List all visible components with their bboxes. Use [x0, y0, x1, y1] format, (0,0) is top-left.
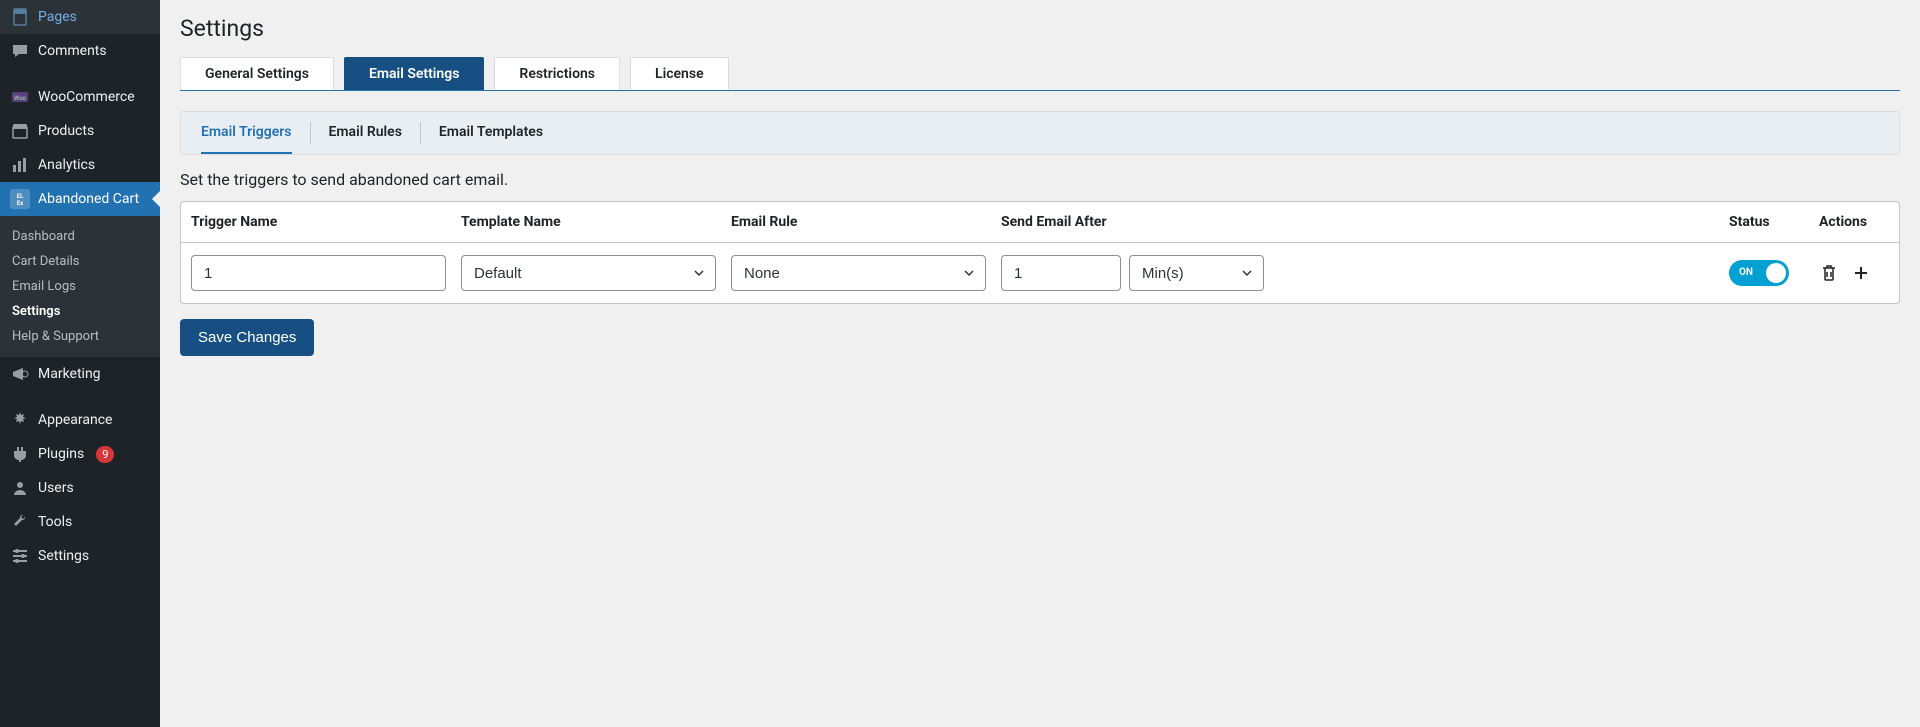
save-changes-button[interactable]: Save Changes — [180, 319, 314, 356]
appearance-icon — [10, 410, 30, 430]
subtab-email-templates[interactable]: Email Templates — [439, 112, 543, 154]
col-template-name: Template Name — [461, 214, 731, 230]
sidebar-label: Pages — [38, 9, 77, 25]
submenu-item-help-support[interactable]: Help & Support — [0, 324, 160, 349]
sidebar-label: Settings — [38, 548, 89, 564]
section-description: Set the triggers to send abandoned cart … — [180, 170, 1900, 189]
subtab-email-triggers[interactable]: Email Triggers — [201, 112, 292, 154]
sidebar-label: WooCommerce — [38, 89, 135, 105]
tab-restrictions[interactable]: Restrictions — [494, 57, 620, 90]
sidebar-item-analytics[interactable]: Analytics — [0, 148, 160, 182]
add-icon[interactable] — [1851, 263, 1871, 283]
svg-text:Ex: Ex — [17, 200, 24, 207]
analytics-icon — [10, 155, 30, 175]
trigger-name-input[interactable] — [191, 255, 446, 291]
main-content: Settings General Settings Email Settings… — [160, 0, 1920, 727]
col-actions: Actions — [1819, 214, 1889, 230]
page-title: Settings — [180, 15, 1900, 42]
users-icon — [10, 478, 30, 498]
sidebar-label: Analytics — [38, 157, 95, 173]
products-icon — [10, 121, 30, 141]
tools-icon — [10, 512, 30, 532]
sidebar-label: Marketing — [38, 366, 101, 382]
delete-icon[interactable] — [1819, 263, 1839, 283]
toggle-knob — [1766, 263, 1786, 283]
sidebar-label: Appearance — [38, 412, 112, 428]
sidebar-submenu: Dashboard Cart Details Email Logs Settin… — [0, 216, 160, 357]
settings-icon — [10, 546, 30, 566]
woo-icon: Woo — [10, 87, 30, 107]
sidebar-item-settings[interactable]: Settings — [0, 539, 160, 573]
sidebar-item-marketing[interactable]: Marketing — [0, 357, 160, 391]
sidebar-item-abandoned-cart[interactable]: ELEx Abandoned Cart — [0, 182, 160, 216]
svg-text:Woo: Woo — [14, 95, 27, 102]
marketing-icon — [10, 364, 30, 384]
subtab-email-rules[interactable]: Email Rules — [329, 112, 402, 154]
main-tabs: General Settings Email Settings Restrict… — [180, 57, 1900, 91]
plugins-badge: 9 — [96, 446, 114, 463]
sidebar-item-appearance[interactable]: Appearance — [0, 403, 160, 437]
admin-sidebar: Pages Comments Woo WooCommerce Products … — [0, 0, 160, 727]
sidebar-label: Comments — [38, 43, 107, 59]
plugins-icon — [10, 444, 30, 464]
sidebar-item-pages[interactable]: Pages — [0, 0, 160, 34]
elex-icon: ELEx — [10, 189, 30, 209]
svg-text:EL: EL — [17, 193, 24, 200]
col-email-rule: Email Rule — [731, 214, 1001, 230]
sub-tabs: Email Triggers Email Rules Email Templat… — [180, 111, 1900, 155]
sidebar-item-woocommerce[interactable]: Woo WooCommerce — [0, 80, 160, 114]
toggle-label: ON — [1739, 267, 1753, 278]
submenu-item-cart-details[interactable]: Cart Details — [0, 249, 160, 274]
send-after-value-input[interactable] — [1001, 255, 1121, 291]
email-rule-select[interactable]: None — [731, 255, 986, 291]
col-send-after: Send Email After — [1001, 214, 1291, 230]
sidebar-label: Users — [38, 480, 74, 496]
submenu-item-email-logs[interactable]: Email Logs — [0, 274, 160, 299]
sidebar-label: Abandoned Cart — [38, 191, 139, 207]
sidebar-item-products[interactable]: Products — [0, 114, 160, 148]
template-name-select[interactable]: Default — [461, 255, 716, 291]
status-toggle[interactable]: ON — [1729, 260, 1789, 286]
sidebar-label: Tools — [38, 514, 72, 530]
col-trigger-name: Trigger Name — [191, 214, 461, 230]
sidebar-item-users[interactable]: Users — [0, 471, 160, 505]
divider — [420, 122, 421, 144]
table-header: Trigger Name Template Name Email Rule Se… — [181, 202, 1899, 243]
sidebar-item-comments[interactable]: Comments — [0, 34, 160, 68]
table-row: Default None Min(s) — [181, 243, 1899, 303]
comments-icon — [10, 41, 30, 61]
trigger-table: Trigger Name Template Name Email Rule Se… — [180, 201, 1900, 304]
sidebar-label: Plugins — [38, 446, 84, 462]
tab-general-settings[interactable]: General Settings — [180, 57, 334, 90]
submenu-item-settings[interactable]: Settings — [0, 299, 160, 324]
pages-icon — [10, 7, 30, 27]
col-status: Status — [1729, 214, 1819, 230]
divider — [310, 122, 311, 144]
sidebar-item-plugins[interactable]: Plugins 9 — [0, 437, 160, 471]
sidebar-item-tools[interactable]: Tools — [0, 505, 160, 539]
tab-email-settings[interactable]: Email Settings — [344, 57, 484, 90]
submenu-item-dashboard[interactable]: Dashboard — [0, 224, 160, 249]
send-after-unit-select[interactable]: Min(s) — [1129, 255, 1264, 291]
sidebar-label: Products — [38, 123, 94, 139]
tab-license[interactable]: License — [630, 57, 729, 90]
